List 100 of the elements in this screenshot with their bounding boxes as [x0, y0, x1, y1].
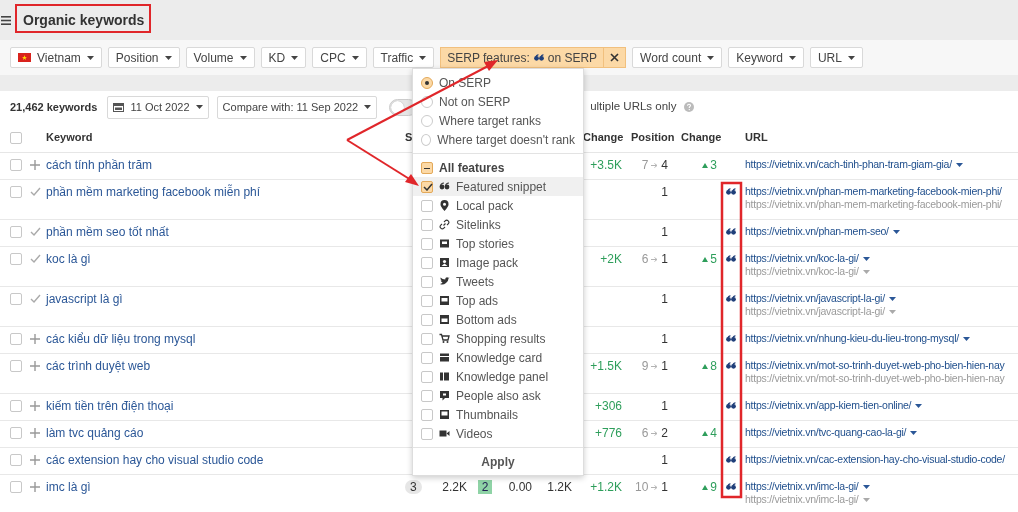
radio-option[interactable]: Where target doesn't rank	[413, 130, 583, 149]
checkbox[interactable]	[10, 253, 22, 265]
arrow-icon	[651, 363, 659, 369]
filter-dropdown[interactable]: URL	[809, 47, 863, 68]
checkbox-option[interactable]: Tweets	[413, 272, 583, 291]
bird-icon	[439, 276, 450, 287]
cart-icon	[439, 333, 450, 344]
filter-dropdown[interactable]: Keyword	[728, 47, 804, 68]
caret-icon	[788, 55, 796, 60]
checkbox[interactable]	[10, 400, 22, 412]
url-link[interactable]: https://vietnix.vn/mot-so-trinh-duyet-web-pho-bien-hien-nay	[745, 359, 1005, 372]
url-link[interactable]: https://vietnix.vn/app-kiem-tien-online/	[745, 399, 923, 412]
up-triangle-icon	[702, 256, 709, 262]
checkbox[interactable]	[10, 186, 22, 198]
column-header[interactable]: Keyword	[46, 129, 93, 146]
keyword-link[interactable]: imc là gì	[46, 480, 405, 494]
checkbox-option[interactable]: Bottom ads	[413, 310, 583, 329]
checkbox[interactable]	[10, 159, 22, 171]
compare-dropdown[interactable]: Compare with: 11 Sep 2022	[216, 95, 378, 119]
radio-option[interactable]: Where target ranks	[413, 111, 583, 130]
country-dropdown[interactable]: Vietnam	[10, 47, 102, 68]
url-link[interactable]: https://vietnix.vn/phan-mem-seo/	[745, 225, 900, 238]
column-header[interactable]: Position	[625, 129, 675, 146]
url-link[interactable]: https://vietnix.vn/imc-la-gi/	[745, 480, 870, 493]
plus-icon[interactable]	[30, 482, 40, 492]
keyword-link[interactable]: làm tvc quảng cáo	[46, 426, 405, 440]
column-header[interactable]: S	[405, 129, 413, 146]
url-link[interactable]: https://vietnix.vn/javascript-la-gi/	[745, 292, 896, 305]
keyword-link[interactable]: các extension hay cho visual studio code	[46, 453, 405, 467]
position-value: 1	[661, 185, 668, 199]
checkbox-option[interactable]: Thumbnails	[413, 405, 583, 424]
checkbox-option[interactable]: Local pack	[413, 196, 583, 215]
keyword-link[interactable]: koc là gì	[46, 252, 405, 266]
keyword-link[interactable]: kiếm tiền trên điện thoại	[46, 399, 405, 413]
filter-dropdown[interactable]: Volume	[185, 47, 255, 68]
checkbox-option[interactable]: Videos	[413, 424, 583, 443]
radio-option[interactable]: Not on SERP	[413, 92, 583, 111]
filter-dropdown[interactable]: Position	[107, 47, 180, 68]
checkbox-option[interactable]: Top ads	[413, 291, 583, 310]
apply-button[interactable]: Apply	[413, 447, 583, 475]
keyword-link[interactable]: các trình duyệt web	[46, 359, 405, 373]
checkbox-option[interactable]: Shopping results	[413, 329, 583, 348]
filter-dropdown[interactable]: Word count	[632, 47, 723, 68]
checkbox-option[interactable]: People also ask	[413, 386, 583, 405]
url-link[interactable]: https://vietnix.vn/nhung-kieu-du-lieu-trong-mysql/	[745, 332, 970, 345]
toggle-label: ultiple URLs only	[590, 99, 677, 115]
date-picker[interactable]: 11 Oct 2022	[107, 95, 209, 119]
filter-value: on SERP	[547, 49, 598, 67]
position-change: 9	[710, 480, 717, 494]
check-icon	[30, 187, 41, 196]
caret-icon	[707, 55, 715, 60]
keyword-count: 21,462 keywords	[10, 99, 98, 115]
checkbox[interactable]	[10, 226, 22, 238]
checkbox-option[interactable]: All features	[413, 158, 583, 177]
checkbox-option[interactable]: Knowledge panel	[413, 367, 583, 386]
caret-icon	[195, 105, 203, 109]
plus-icon[interactable]	[30, 401, 40, 411]
previous-position: 7	[641, 158, 649, 172]
plus-icon[interactable]	[30, 160, 40, 170]
plus-icon[interactable]	[30, 334, 40, 344]
checkbox[interactable]	[10, 481, 22, 493]
checkbox[interactable]	[10, 132, 22, 144]
checkbox-option[interactable]: Top stories	[413, 234, 583, 253]
url-link[interactable]: https://vietnix.vn/tvc-quang-cao-la-gi/	[745, 426, 918, 439]
keyword-link[interactable]: javascript là gì	[46, 292, 405, 306]
checkbox[interactable]	[10, 427, 22, 439]
checkbox[interactable]	[10, 360, 22, 372]
checkbox-option[interactable]: Knowledge card	[413, 348, 583, 367]
filter-dropdown[interactable]: KD	[260, 47, 307, 68]
checkbox[interactable]	[10, 333, 22, 345]
column-header[interactable]: Change	[675, 129, 722, 146]
checkbox-option[interactable]: Featured snippet	[413, 177, 583, 196]
checkbox[interactable]	[10, 454, 22, 466]
column-header[interactable]: URL	[742, 129, 768, 146]
traffic-change: +1.2K	[589, 480, 623, 494]
url-link[interactable]: https://vietnix.vn/cac-extension-hay-cho-visual-studio-code/	[745, 453, 1005, 466]
position-value: 1	[661, 292, 668, 306]
filter-dropdown[interactable]: CPC	[312, 47, 367, 68]
position-value: 1	[661, 225, 668, 239]
url-link[interactable]: https://vietnix.vn/koc-la-gi/	[745, 252, 870, 265]
url-link[interactable]: https://vietnix.vn/cach-tinh-phan-tram-giam-gia/	[745, 158, 963, 171]
plus-icon[interactable]	[30, 428, 40, 438]
url-link[interactable]: https://vietnix.vn/phan-mem-marketing-facebook-mien-phi/	[745, 185, 1002, 198]
position-value: 1	[661, 399, 668, 413]
filter-chip[interactable]: SERP features: on SERP	[440, 47, 627, 68]
page-title: Organic keywords	[23, 12, 145, 28]
plus-icon[interactable]	[30, 455, 40, 465]
checkbox-option[interactable]: Sitelinks	[413, 215, 583, 234]
position-change: 3	[710, 158, 717, 172]
filter-dropdown[interactable]: Traffic	[372, 47, 435, 68]
keyword-link[interactable]: phần mềm marketing facebook miễn phí	[46, 185, 405, 199]
plus-icon[interactable]	[30, 361, 40, 371]
checkbox[interactable]	[10, 293, 22, 305]
keyword-link[interactable]: cách tính phần trăm	[46, 158, 405, 172]
keyword-link[interactable]: phần mềm seo tốt nhất	[46, 225, 405, 239]
menu-icon[interactable]	[1, 15, 11, 25]
check-icon	[30, 294, 41, 303]
position-value: 1	[661, 332, 668, 346]
checkbox-option[interactable]: Image pack	[413, 253, 583, 272]
keyword-link[interactable]: các kiểu dữ liệu trong mysql	[46, 332, 405, 346]
